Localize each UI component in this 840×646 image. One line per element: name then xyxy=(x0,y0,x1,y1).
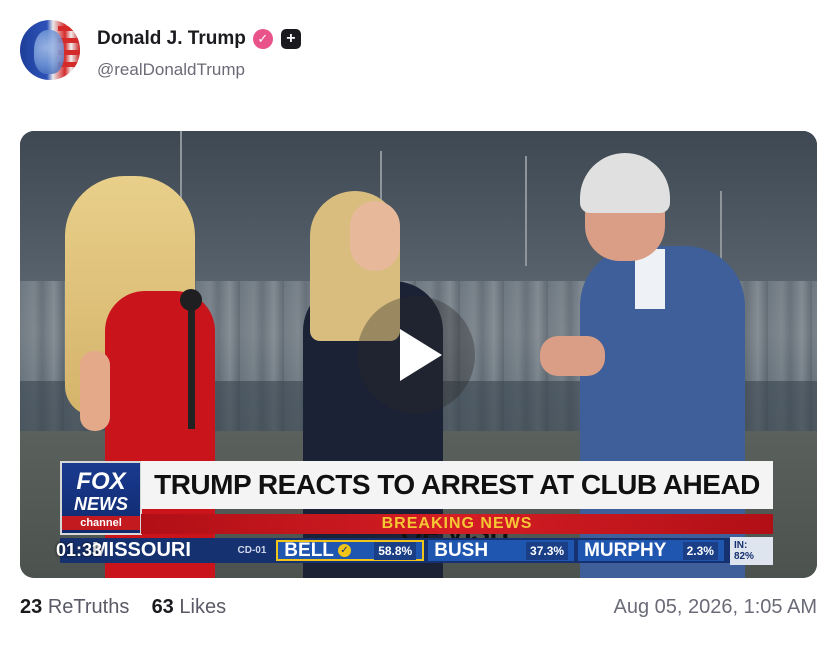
avatar[interactable] xyxy=(20,20,80,80)
microphone-icon xyxy=(180,289,202,311)
engagement-stats: 23 ReTruths 63 Likes xyxy=(20,596,226,619)
retruths-label: ReTruths xyxy=(47,596,130,618)
results-reporting: IN: 82% xyxy=(729,536,773,565)
candidate-name: MURPHY xyxy=(584,539,667,561)
logo-line-3: channel xyxy=(62,516,140,530)
play-button[interactable] xyxy=(357,296,475,414)
candidate-percent: 2.3% xyxy=(682,541,718,560)
likes-link[interactable]: 63 Likes xyxy=(152,596,227,618)
host-face xyxy=(350,201,400,271)
likes-label: Likes xyxy=(179,596,227,618)
video-player[interactable]: FOX NEWS channel TRUMP REACTS TO ARREST … xyxy=(20,131,817,578)
avatar-face xyxy=(34,30,64,74)
play-icon xyxy=(400,329,442,381)
election-results-bar: MISSOURI CD-01 BELL ✓ 58.8% BUSH 37.3% M… xyxy=(60,536,773,565)
news-headline: TRUMP REACTS TO ARREST AT CLUB AHEAD OF … xyxy=(141,461,773,548)
retruths-count: 23 xyxy=(20,596,43,618)
candidate-name: BUSH xyxy=(434,539,489,561)
plus-badge-icon: + xyxy=(280,29,301,49)
guest-hands xyxy=(540,336,605,376)
logo-line-1: FOX xyxy=(76,468,126,495)
candidate-percent: 37.3% xyxy=(526,541,569,560)
winner-check-icon: ✓ xyxy=(337,544,351,557)
likes-count: 63 xyxy=(151,596,174,618)
candidate-percent: 58.8% xyxy=(374,541,417,560)
results-district: CD-01 xyxy=(237,545,267,556)
microphone-handle xyxy=(188,309,195,429)
post-card: Donald J. Trump ✓ + @realDonaldTrump FOX xyxy=(0,0,840,646)
boat-mast xyxy=(525,156,527,266)
reporter-arm xyxy=(80,351,110,431)
author-name-row: Donald J. Trump ✓ + xyxy=(97,27,301,51)
video-timestamp: 01:33 xyxy=(56,540,103,560)
avatar-stripe xyxy=(58,26,80,31)
candidate-murphy: MURPHY 2.3% xyxy=(578,540,724,561)
logo-line-2: NEWS xyxy=(74,494,128,514)
candidate-name: BELL xyxy=(284,539,334,561)
author-display-name[interactable]: Donald J. Trump xyxy=(97,28,246,50)
breaking-news-banner: BREAKING NEWS xyxy=(141,514,773,534)
retruths-link[interactable]: 23 ReTruths xyxy=(20,596,129,618)
post-timestamp[interactable]: Aug 05, 2026, 1:05 AM xyxy=(614,596,818,619)
candidate-bell: BELL ✓ 58.8% xyxy=(276,539,425,561)
candidate-bush: BUSH 37.3% xyxy=(428,539,575,561)
author-handle[interactable]: @realDonaldTrump xyxy=(97,60,245,80)
fox-news-logo: FOX NEWS channel xyxy=(60,461,142,535)
verified-check-icon: ✓ xyxy=(252,29,273,49)
